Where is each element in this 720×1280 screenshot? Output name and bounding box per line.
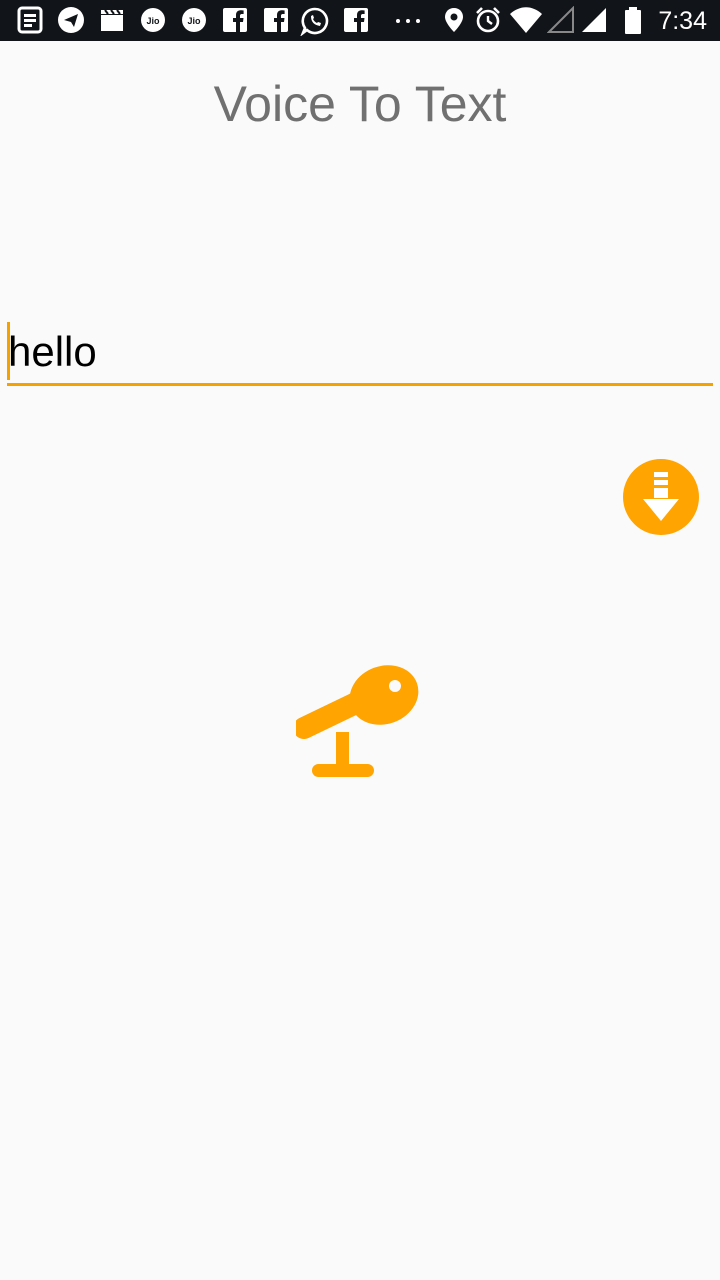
jio-icon: Jio: [182, 8, 206, 32]
download-button[interactable]: [623, 459, 699, 535]
jio-icon: Jio: [141, 8, 165, 32]
alarm-icon: [476, 7, 500, 33]
facebook-icon: [264, 8, 288, 33]
transcript-text: hello: [8, 328, 97, 375]
telegram-icon: [58, 7, 84, 33]
location-icon: [445, 8, 463, 32]
microphone-button[interactable]: [293, 662, 426, 786]
transcript-text-field[interactable]: hello: [7, 320, 713, 386]
status-time: 7:34: [658, 7, 707, 35]
battery-icon: [625, 7, 641, 34]
whatsapp-icon: [300, 7, 329, 36]
signal-empty-icon: [547, 6, 574, 33]
page-title: Voice To Text: [213, 76, 507, 132]
more-dots-icon: [396, 19, 420, 23]
facebook-icon: [223, 8, 247, 33]
wifi-icon: [510, 7, 542, 33]
news-icon: [17, 6, 43, 34]
status-bar: Jio Jio 7:34: [0, 0, 720, 41]
facebook-icon: [344, 8, 368, 33]
signal-icon: [582, 8, 606, 32]
jio-label: Jio: [187, 16, 201, 26]
clapper-icon: [101, 9, 123, 31]
microphone-icon: [293, 665, 419, 777]
jio-label: Jio: [146, 16, 160, 26]
download-icon: [643, 472, 679, 521]
